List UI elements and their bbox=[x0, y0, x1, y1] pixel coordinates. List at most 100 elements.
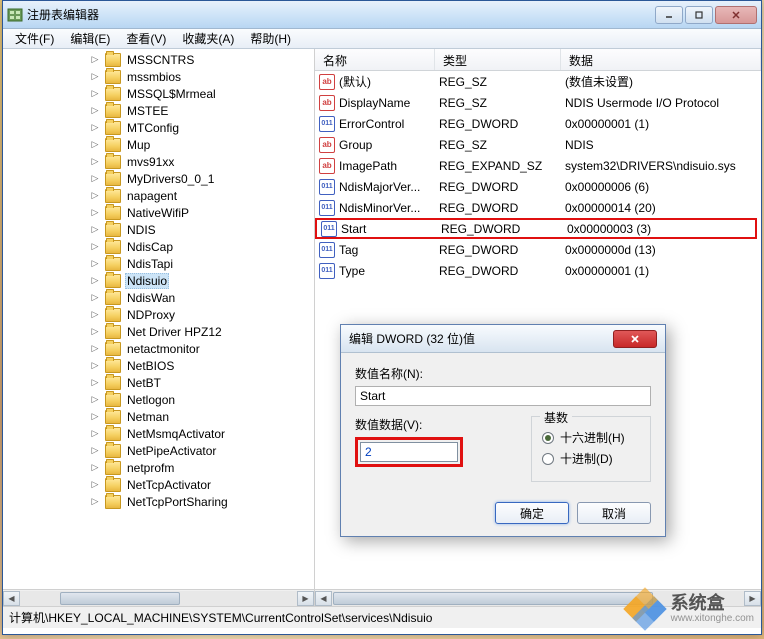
cell-type: REG_DWORD bbox=[441, 222, 567, 236]
tree-label: NetBT bbox=[125, 376, 163, 390]
expand-icon[interactable] bbox=[89, 173, 101, 185]
menu-item[interactable]: 收藏夹(A) bbox=[174, 28, 242, 49]
cell-data: 0x00000014 (20) bbox=[565, 201, 761, 215]
expand-icon[interactable] bbox=[89, 411, 101, 423]
expand-icon[interactable] bbox=[89, 105, 101, 117]
expand-icon[interactable] bbox=[89, 122, 101, 134]
scroll-right-icon[interactable]: ▶ bbox=[297, 591, 314, 606]
expand-icon[interactable] bbox=[89, 462, 101, 474]
tree-item[interactable]: NetBIOS bbox=[3, 357, 314, 374]
tree-item[interactable]: Netlogon bbox=[3, 391, 314, 408]
menu-item[interactable]: 编辑(E) bbox=[62, 28, 118, 49]
tree-item[interactable]: NativeWifiP bbox=[3, 204, 314, 221]
header-data[interactable]: 数据 bbox=[561, 49, 761, 70]
tree-item[interactable]: Netman bbox=[3, 408, 314, 425]
expand-icon[interactable] bbox=[89, 326, 101, 338]
close-button[interactable] bbox=[715, 6, 757, 24]
tree-item[interactable]: netactmonitor bbox=[3, 340, 314, 357]
cell-name: (默认) bbox=[339, 73, 439, 90]
tree-item[interactable]: Net Driver HPZ12 bbox=[3, 323, 314, 340]
expand-icon[interactable] bbox=[89, 479, 101, 491]
menu-item[interactable]: 查看(V) bbox=[118, 28, 174, 49]
expand-icon[interactable] bbox=[89, 428, 101, 440]
radio-hex[interactable]: 十六进制(H) bbox=[542, 429, 640, 446]
header-name[interactable]: 名称 bbox=[315, 49, 435, 70]
header-type[interactable]: 类型 bbox=[435, 49, 561, 70]
window-titlebar[interactable]: 注册表编辑器 bbox=[3, 1, 761, 29]
registry-tree[interactable]: MSSCNTRSmssmbios MSSQL$MrmealMSTEEMTConfi… bbox=[3, 49, 314, 589]
list-row[interactable]: 011TypeREG_DWORD0x00000001 (1) bbox=[315, 260, 761, 281]
tree-item[interactable]: NdisTapi bbox=[3, 255, 314, 272]
expand-icon[interactable] bbox=[89, 139, 101, 151]
expand-icon[interactable] bbox=[89, 343, 101, 355]
expand-icon[interactable] bbox=[89, 360, 101, 372]
reg-dword-icon: 011 bbox=[321, 221, 337, 237]
maximize-button[interactable] bbox=[685, 6, 713, 24]
expand-icon[interactable] bbox=[89, 377, 101, 389]
list-row[interactable]: abDisplayNameREG_SZNDIS Usermode I/O Pro… bbox=[315, 92, 761, 113]
scroll-thumb[interactable] bbox=[60, 592, 180, 605]
tree-item[interactable]: MSSQL$Mrmeal bbox=[3, 85, 314, 102]
expand-icon[interactable] bbox=[89, 258, 101, 270]
list-row[interactable]: abGroupREG_SZNDIS bbox=[315, 134, 761, 155]
expand-icon[interactable] bbox=[89, 292, 101, 304]
expand-icon[interactable] bbox=[89, 496, 101, 508]
tree-item[interactable]: mvs91xx bbox=[3, 153, 314, 170]
tree-item[interactable]: NetTcpActivator bbox=[3, 476, 314, 493]
expand-icon[interactable] bbox=[89, 88, 101, 100]
list-row[interactable]: 011NdisMajorVer...REG_DWORD0x00000006 (6… bbox=[315, 176, 761, 197]
tree-hscroll[interactable]: ◀ ▶ bbox=[3, 589, 314, 606]
tree-panel: MSSCNTRSmssmbios MSSQL$MrmealMSTEEMTConfi… bbox=[3, 49, 315, 606]
tree-label: MSSQL$Mrmeal bbox=[125, 87, 218, 101]
dialog-titlebar[interactable]: 编辑 DWORD (32 位)值 bbox=[341, 325, 665, 353]
list-row[interactable]: 011StartREG_DWORD0x00000003 (3) bbox=[315, 218, 757, 239]
tree-item[interactable]: MyDrivers0_0_1 bbox=[3, 170, 314, 187]
list-row[interactable]: abImagePathREG_EXPAND_SZsystem32\DRIVERS… bbox=[315, 155, 761, 176]
expand-icon[interactable] bbox=[89, 394, 101, 406]
expand-icon[interactable] bbox=[89, 275, 101, 287]
tree-item[interactable]: NDProxy bbox=[3, 306, 314, 323]
tree-item[interactable]: mssmbios bbox=[3, 68, 314, 85]
list-row[interactable]: ab(默认)REG_SZ(数值未设置) bbox=[315, 71, 761, 92]
tree-item[interactable]: Mup bbox=[3, 136, 314, 153]
minimize-button[interactable] bbox=[655, 6, 683, 24]
tree-item[interactable]: MTConfig bbox=[3, 119, 314, 136]
dialog-close-button[interactable] bbox=[613, 330, 657, 348]
expand-icon[interactable] bbox=[89, 224, 101, 236]
tree-item[interactable]: NdisWan bbox=[3, 289, 314, 306]
list-row[interactable]: 011ErrorControlREG_DWORD0x00000001 (1) bbox=[315, 113, 761, 134]
data-input[interactable] bbox=[360, 442, 458, 462]
tree-item[interactable]: MSTEE bbox=[3, 102, 314, 119]
cancel-button[interactable]: 取消 bbox=[577, 502, 651, 524]
expand-icon[interactable] bbox=[89, 309, 101, 321]
scroll-thumb[interactable] bbox=[333, 592, 653, 605]
tree-item[interactable]: NetMsmqActivator bbox=[3, 425, 314, 442]
expand-icon[interactable] bbox=[89, 190, 101, 202]
tree-item[interactable]: napagent bbox=[3, 187, 314, 204]
menu-item[interactable]: 文件(F) bbox=[7, 28, 62, 49]
expand-icon[interactable] bbox=[89, 71, 101, 83]
tree-item[interactable]: NDIS bbox=[3, 221, 314, 238]
menu-item[interactable]: 帮助(H) bbox=[242, 28, 299, 49]
tree-item[interactable]: netprofm bbox=[3, 459, 314, 476]
tree-label: NdisCap bbox=[125, 240, 175, 254]
expand-icon[interactable] bbox=[89, 54, 101, 66]
expand-icon[interactable] bbox=[89, 241, 101, 253]
tree-item[interactable]: Ndisuio bbox=[3, 272, 314, 289]
scroll-left-icon[interactable]: ◀ bbox=[3, 591, 20, 606]
tree-item[interactable]: NdisCap bbox=[3, 238, 314, 255]
expand-icon[interactable] bbox=[89, 156, 101, 168]
list-row[interactable]: 011TagREG_DWORD0x0000000d (13) bbox=[315, 239, 761, 260]
expand-icon[interactable] bbox=[89, 445, 101, 457]
list-row[interactable]: 011NdisMinorVer...REG_DWORD0x00000014 (2… bbox=[315, 197, 761, 218]
tree-item[interactable]: MSSCNTRS bbox=[3, 51, 314, 68]
tree-item[interactable]: NetPipeActivator bbox=[3, 442, 314, 459]
scroll-left-icon[interactable]: ◀ bbox=[315, 591, 332, 606]
ok-button[interactable]: 确定 bbox=[495, 502, 569, 524]
tree-item[interactable]: NetBT bbox=[3, 374, 314, 391]
expand-icon[interactable] bbox=[89, 207, 101, 219]
radio-dec[interactable]: 十进制(D) bbox=[542, 450, 640, 467]
tree-label: NetBIOS bbox=[125, 359, 176, 373]
tree-item[interactable]: NetTcpPortSharing bbox=[3, 493, 314, 510]
cell-type: REG_SZ bbox=[439, 96, 565, 110]
